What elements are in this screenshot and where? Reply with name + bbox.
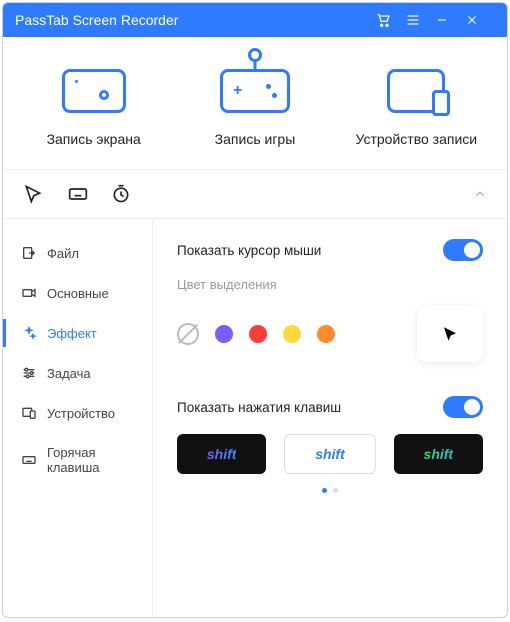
- sidebar-item-label: Задача: [47, 366, 91, 381]
- highlight-color-row: [177, 306, 483, 362]
- cart-icon[interactable]: [375, 12, 405, 28]
- pager-dot[interactable]: [333, 488, 338, 493]
- mode-label: Запись экрана: [19, 131, 169, 147]
- keypress-style-2[interactable]: shift: [284, 434, 375, 474]
- effect-panel: Показать курсор мыши Цвет выделения Пока…: [153, 219, 507, 617]
- clock-tab-icon[interactable]: [111, 184, 131, 204]
- camera-icon: [21, 285, 37, 301]
- highlight-color-label: Цвет выделения: [177, 277, 483, 292]
- app-title: PassTab Screen Recorder: [15, 12, 375, 28]
- mode-game-record[interactable]: + Запись игры: [180, 65, 330, 147]
- collapse-icon[interactable]: [473, 187, 487, 201]
- pager-dot[interactable]: [322, 488, 327, 493]
- cursor-toggle-row: Показать курсор мыши: [177, 239, 483, 261]
- color-option[interactable]: [283, 325, 301, 343]
- settings-body: Файл Основные Эффект Задача Устройство Г…: [3, 219, 507, 617]
- mode-selector: Запись экрана + Запись игры Устройство з…: [3, 37, 507, 170]
- color-option[interactable]: [317, 325, 335, 343]
- color-option[interactable]: [249, 325, 267, 343]
- pager-dots: [177, 488, 483, 493]
- sidebar-item-label: Файл: [47, 246, 79, 261]
- settings-toolbar: [3, 170, 507, 219]
- menu-icon[interactable]: [405, 12, 435, 28]
- sidebar-item-effect[interactable]: Эффект: [3, 313, 152, 353]
- sidebar-item-hotkey[interactable]: Горячая клавиша: [3, 433, 152, 487]
- keyboard-tab-icon[interactable]: [67, 184, 87, 204]
- mode-device-record[interactable]: Устройство записи: [341, 65, 491, 147]
- cursor-toggle-label: Показать курсор мыши: [177, 243, 443, 258]
- sidebar-item-label: Эффект: [47, 326, 97, 341]
- sliders-icon: [21, 365, 37, 381]
- screen-record-icon: [19, 65, 169, 117]
- settings-sidebar: Файл Основные Эффект Задача Устройство Г…: [3, 219, 153, 617]
- mode-screen-record[interactable]: Запись экрана: [19, 65, 169, 147]
- mode-label: Запись игры: [180, 131, 330, 147]
- cursor-toggle[interactable]: [443, 239, 483, 261]
- keypress-toggle-row: Показать нажатия клавиш: [177, 396, 483, 418]
- keypress-style-1[interactable]: shift: [177, 434, 266, 474]
- keypress-toggle-label: Показать нажатия клавиш: [177, 400, 443, 415]
- keypress-style-row: shift shift shift: [177, 434, 483, 474]
- color-none[interactable]: [177, 323, 199, 345]
- device-record-icon: [341, 65, 491, 117]
- close-button[interactable]: [465, 13, 495, 27]
- sidebar-item-device[interactable]: Устройство: [3, 393, 152, 433]
- sidebar-item-task[interactable]: Задача: [3, 353, 152, 393]
- keypress-toggle[interactable]: [443, 396, 483, 418]
- keypress-style-3[interactable]: shift: [394, 434, 483, 474]
- sidebar-item-file[interactable]: Файл: [3, 233, 152, 273]
- sidebar-item-label: Горячая клавиша: [47, 445, 138, 475]
- keyboard-icon: [21, 452, 37, 468]
- gamepad-icon: +: [180, 65, 330, 117]
- sidebar-item-label: Основные: [47, 286, 109, 301]
- cursor-preview: [417, 306, 483, 362]
- file-out-icon: [21, 245, 37, 261]
- mode-label: Устройство записи: [341, 131, 491, 147]
- color-option[interactable]: [215, 325, 233, 343]
- app-window: PassTab Screen Recorder Запись экрана + …: [2, 2, 508, 618]
- minimize-button[interactable]: [435, 13, 465, 27]
- sparkle-icon: [21, 325, 37, 341]
- device-icon: [21, 405, 37, 421]
- titlebar: PassTab Screen Recorder: [3, 3, 507, 37]
- cursor-tab-icon[interactable]: [23, 184, 43, 204]
- sidebar-item-basic[interactable]: Основные: [3, 273, 152, 313]
- sidebar-item-label: Устройство: [47, 406, 115, 421]
